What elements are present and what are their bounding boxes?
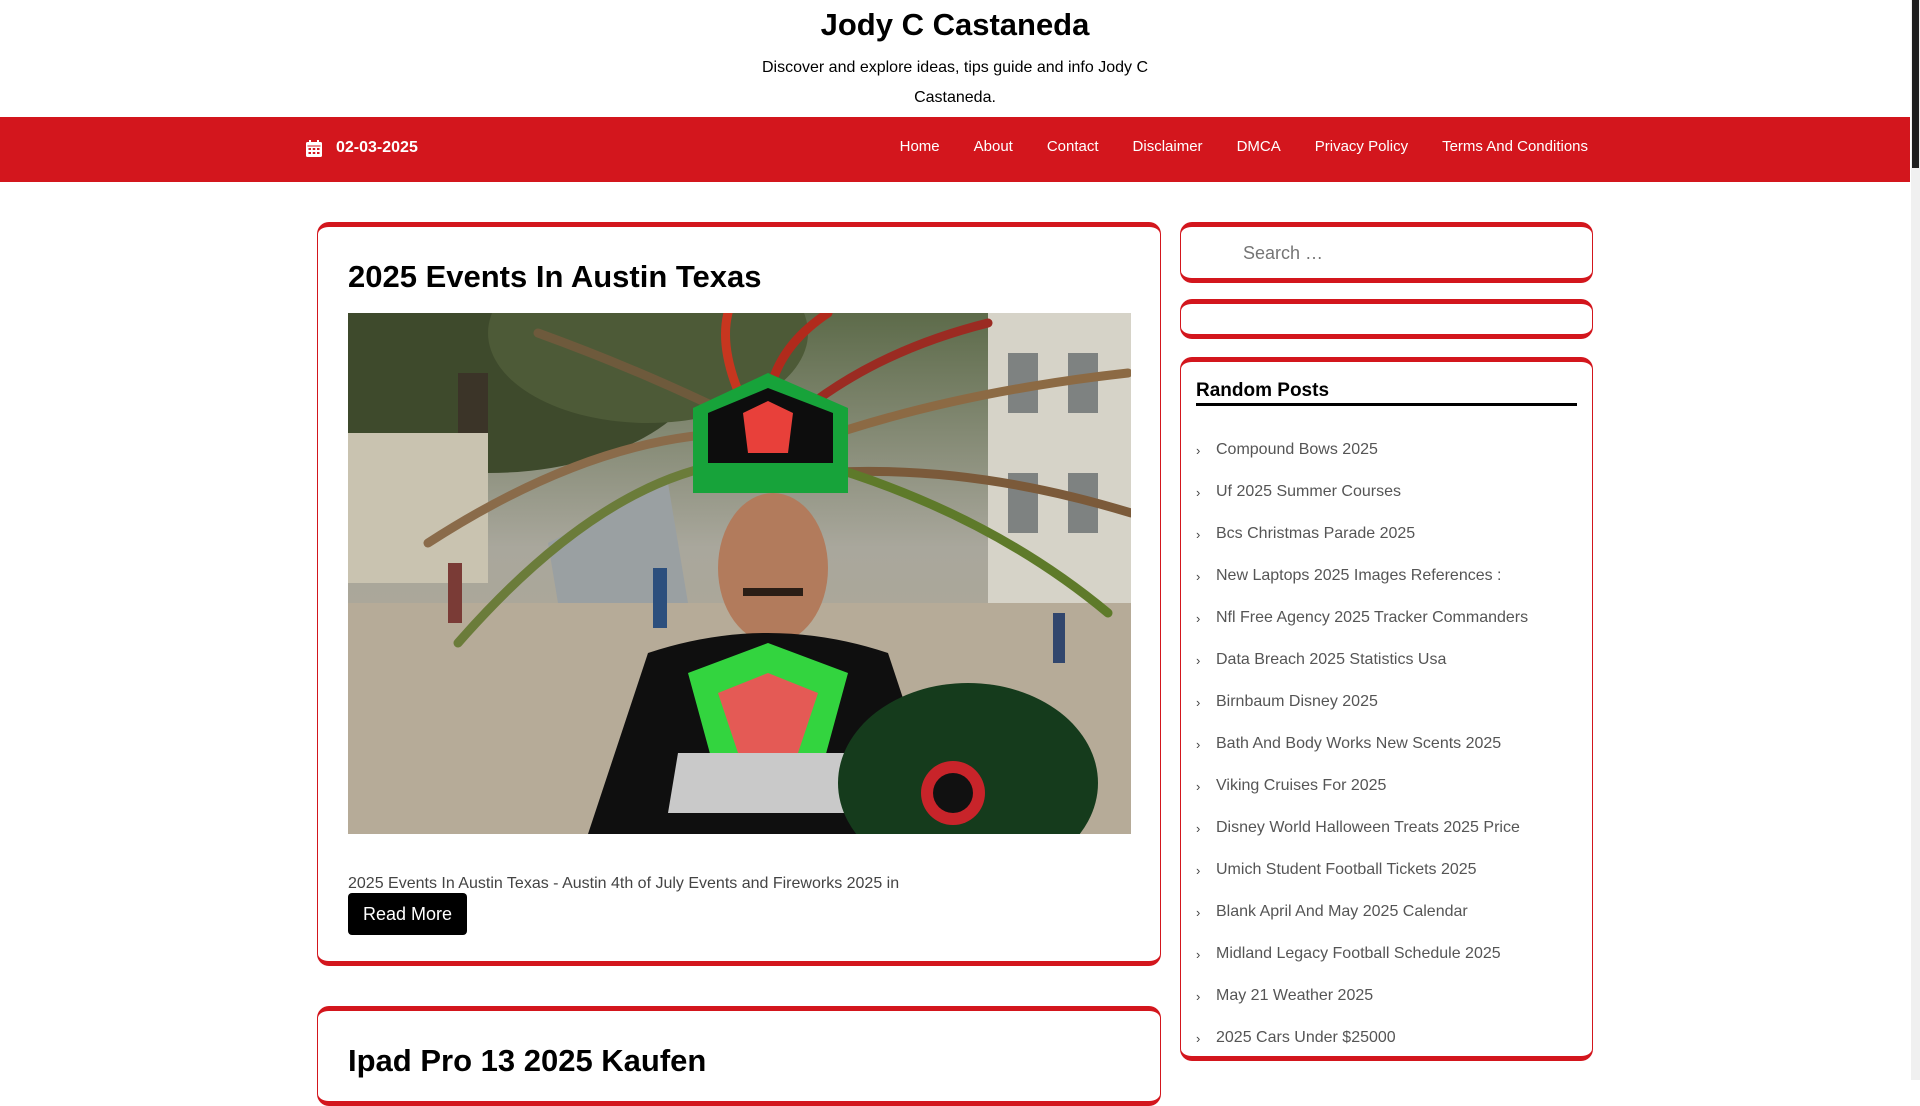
site-header: Jody C Castaneda Discover and explore id…	[0, 0, 1910, 117]
list-item-label[interactable]: Disney World Halloween Treats 2025 Price	[1216, 819, 1520, 837]
chevron-right-icon: ›	[1196, 484, 1201, 500]
top-nav-bar: 02-03-2025 Home About Contact Disclaimer…	[0, 117, 1910, 182]
scrollbar-thumb[interactable]	[1912, 0, 1919, 168]
chevron-right-icon: ›	[1196, 904, 1201, 920]
main-nav: Home About Contact Disclaimer DMCA Priva…	[866, 138, 1588, 155]
list-item[interactable]: › Midland Legacy Football Schedule 2025	[1196, 933, 1577, 975]
nav-dmca[interactable]: DMCA	[1237, 138, 1281, 155]
post-card: 2025 Events In Austin Texas 2025 Events …	[317, 222, 1161, 966]
nav-contact[interactable]: Contact	[1047, 138, 1099, 155]
search-widget	[1180, 222, 1593, 283]
search-input[interactable]	[1241, 239, 1561, 267]
read-more-button[interactable]: Read More	[348, 893, 468, 935]
calendar-icon	[306, 139, 322, 157]
chevron-right-icon: ›	[1196, 1030, 1201, 1046]
nav-disclaimer[interactable]: Disclaimer	[1133, 138, 1203, 155]
list-item-label[interactable]: May 21 Weather 2025	[1216, 987, 1373, 1005]
random-posts-widget: Random Posts › Compound Bows 2025 › Uf 202…	[1180, 357, 1593, 1061]
list-item[interactable]: › Umich Student Football Tickets 2025	[1196, 849, 1577, 891]
chevron-right-icon: ›	[1196, 568, 1201, 584]
chevron-right-icon: ›	[1196, 736, 1201, 752]
date-text: 02-03-2025	[336, 139, 418, 156]
widget-title: Random Posts	[1196, 380, 1577, 406]
list-item-label[interactable]: Compound Bows 2025	[1216, 441, 1378, 459]
post-card: Ipad Pro 13 2025 Kaufen	[317, 1006, 1161, 1106]
list-item[interactable]: › Birnbaum Disney 2025	[1196, 681, 1577, 723]
chevron-right-icon: ›	[1196, 652, 1201, 668]
chevron-right-icon: ›	[1196, 988, 1201, 1004]
nav-home[interactable]: Home	[900, 138, 940, 155]
current-date: 02-03-2025	[306, 139, 418, 157]
post-featured-image[interactable]	[348, 313, 1131, 834]
site-title[interactable]: Jody C Castaneda	[0, 9, 1910, 41]
random-posts-list: › Compound Bows 2025 › Uf 2025 Summer Cour…	[1196, 429, 1577, 1059]
list-item-label[interactable]: Midland Legacy Football Schedule 2025	[1216, 945, 1501, 963]
list-item[interactable]: › Bath And Body Works New Scents 2025	[1196, 723, 1577, 765]
list-item-label[interactable]: Bcs Christmas Parade 2025	[1216, 525, 1415, 543]
chevron-right-icon: ›	[1196, 526, 1201, 542]
list-item-label[interactable]: New Laptops 2025 Images References :	[1216, 567, 1502, 585]
page-scrollbar[interactable]	[1911, 0, 1920, 1080]
list-item[interactable]: › Disney World Halloween Treats 2025 Pric…	[1196, 807, 1577, 849]
nav-terms[interactable]: Terms And Conditions	[1442, 138, 1588, 155]
list-item[interactable]: › Blank April And May 2025 Calendar	[1196, 891, 1577, 933]
list-item[interactable]: › Uf 2025 Summer Courses	[1196, 471, 1577, 513]
list-item-label[interactable]: Nfl Free Agency 2025 Tracker Commanders	[1216, 609, 1528, 627]
chevron-right-icon: ›	[1196, 946, 1201, 962]
empty-widget	[1180, 299, 1593, 339]
chevron-right-icon: ›	[1196, 610, 1201, 626]
chevron-right-icon: ›	[1196, 862, 1201, 878]
chevron-right-icon: ›	[1196, 820, 1201, 836]
list-item-label[interactable]: Blank April And May 2025 Calendar	[1216, 903, 1468, 921]
chevron-right-icon: ›	[1196, 694, 1201, 710]
list-item[interactable]: › May 21 Weather 2025	[1196, 975, 1577, 1017]
nav-about[interactable]: About	[974, 138, 1013, 155]
chevron-right-icon: ›	[1196, 442, 1201, 458]
list-item[interactable]: › Data Breach 2025 Statistics Usa	[1196, 639, 1577, 681]
list-item-label[interactable]: Data Breach 2025 Statistics Usa	[1216, 651, 1446, 669]
nav-privacy-policy[interactable]: Privacy Policy	[1315, 138, 1408, 155]
list-item-label[interactable]: Bath And Body Works New Scents 2025	[1216, 735, 1501, 753]
site-tagline: Discover and explore ideas, tips guide a…	[762, 59, 1148, 106]
list-item[interactable]: › 2025 Cars Under $25000	[1196, 1017, 1577, 1059]
post-title[interactable]: Ipad Pro 13 2025 Kaufen	[348, 1043, 706, 1079]
list-item[interactable]: › Nfl Free Agency 2025 Tracker Commanders	[1196, 597, 1577, 639]
list-item-label[interactable]: Uf 2025 Summer Courses	[1216, 483, 1401, 501]
list-item-label[interactable]: Viking Cruises For 2025	[1216, 777, 1386, 795]
list-item-label[interactable]: 2025 Cars Under $25000	[1216, 1029, 1396, 1047]
chevron-right-icon: ›	[1196, 778, 1201, 794]
post-title[interactable]: 2025 Events In Austin Texas	[348, 259, 762, 295]
list-item[interactable]: › Bcs Christmas Parade 2025	[1196, 513, 1577, 555]
list-item[interactable]: › Viking Cruises For 2025	[1196, 765, 1577, 807]
post-excerpt: 2025 Events In Austin Texas - Austin 4th…	[348, 875, 900, 892]
list-item[interactable]: › Compound Bows 2025	[1196, 429, 1577, 471]
list-item-label[interactable]: Umich Student Football Tickets 2025	[1216, 861, 1477, 879]
list-item-label[interactable]: Birnbaum Disney 2025	[1216, 693, 1378, 711]
list-item[interactable]: › New Laptops 2025 Images References :	[1196, 555, 1577, 597]
